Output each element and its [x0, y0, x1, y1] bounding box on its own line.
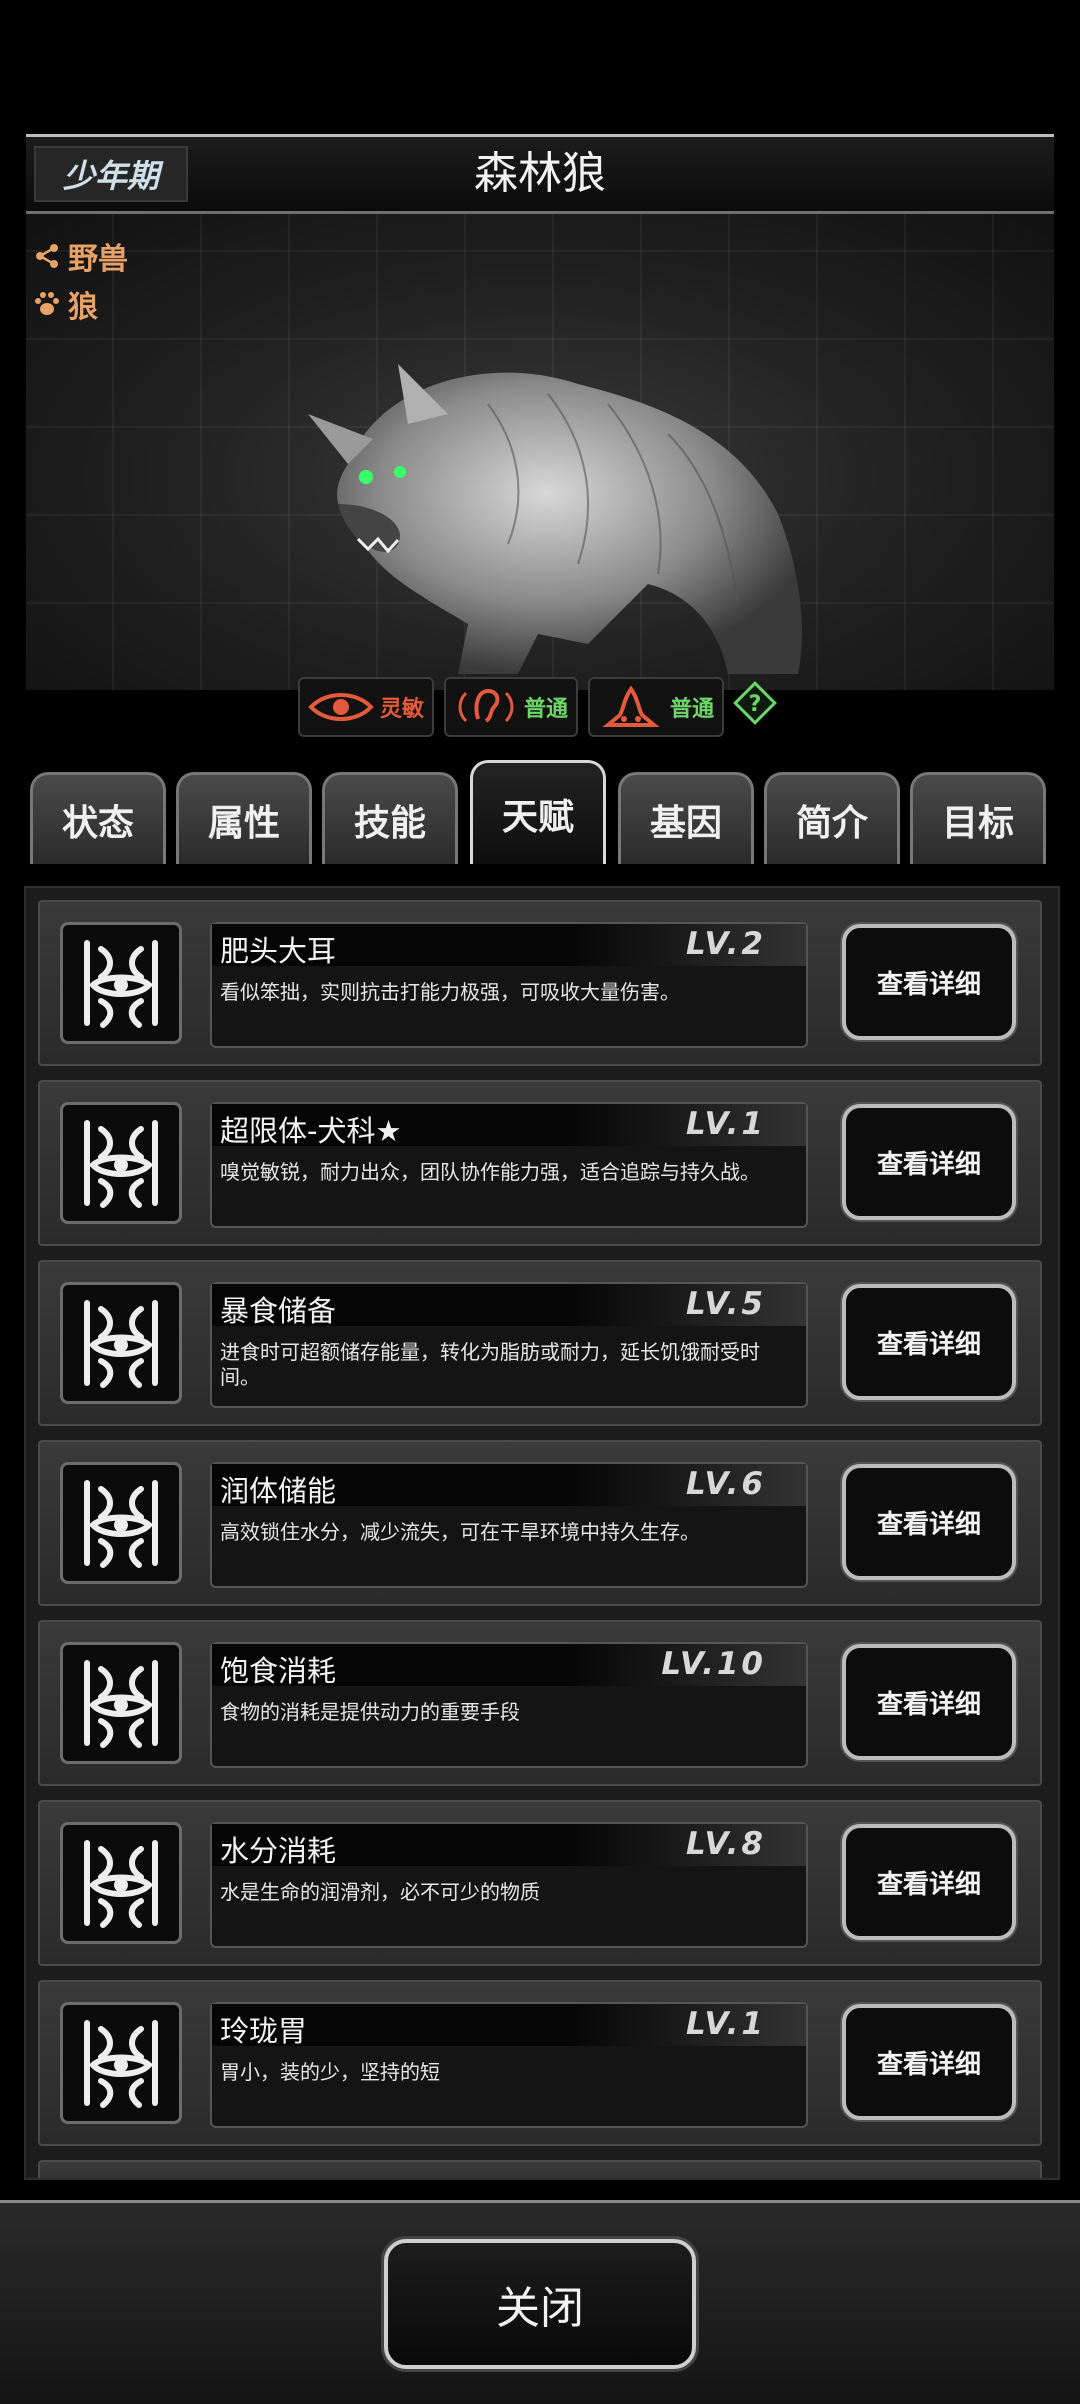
- talent-rune-icon: [84, 2020, 158, 2108]
- talent-rune-icon: [84, 1480, 158, 1568]
- eye-icon: [308, 693, 374, 721]
- talent-name: 水分消耗: [220, 1834, 337, 1868]
- talent-card: 水分消耗 LV.8 水是生命的润滑剂，必不可少的物质 查看详细: [38, 1800, 1042, 1966]
- talent-name: 玲珑胃: [220, 2014, 308, 2048]
- talent-list[interactable]: 肥头大耳 LV.2 看似笨拙，实则抗击打能力极强，可吸收大量伤害。 查看详细 超…: [24, 886, 1060, 2180]
- class-tag-label: 野兽: [68, 242, 128, 277]
- species-tag-label: 狼: [68, 290, 98, 325]
- talent-card: 暴食储备 LV.5 进食时可超额储存能量，转化为脂肪或耐力，延长饥饿耐受时间。 …: [38, 1260, 1042, 1426]
- talent-level: LV.10: [661, 1646, 766, 1682]
- tab-intro[interactable]: 简介: [764, 772, 900, 864]
- share-icon: [36, 244, 58, 268]
- talent-level: LV.8: [686, 1826, 766, 1862]
- talent-name: 肥头大耳: [220, 934, 337, 968]
- tab-talents[interactable]: 天赋: [470, 760, 606, 864]
- talent-description: 看似笨拙，实则抗击打能力极强，可吸收大量伤害。: [220, 980, 680, 1004]
- creature-name: 森林狼: [474, 148, 606, 199]
- talent-rune-icon: [84, 1660, 158, 1748]
- tab-status[interactable]: 状态: [30, 772, 166, 864]
- paw-icon: [35, 292, 59, 315]
- sense-smell[interactable]: 普通: [588, 677, 725, 737]
- talent-icon: [60, 922, 182, 1044]
- talent-info: 玲珑胃 LV.1 胃小，装的少，坚持的短: [210, 2002, 808, 2128]
- sense-smell-label: 普通: [670, 697, 715, 722]
- talent-description: 进食时可超额储存能量，转化为脂肪或耐力，延长饥饿耐受时间。: [220, 1340, 760, 1389]
- tab-attributes[interactable]: 属性: [176, 772, 312, 864]
- talent-icon: [60, 2002, 182, 2124]
- tab-bar: 状态 属性 技能 天赋 基因 简介 目标: [0, 760, 1080, 864]
- view-details-button[interactable]: 查看详细: [842, 1104, 1016, 1220]
- smell-icon: [602, 685, 660, 727]
- ear-icon: [458, 688, 514, 723]
- view-details-button[interactable]: 查看详细: [842, 1464, 1016, 1580]
- view-details-button[interactable]: 查看详细: [842, 1284, 1016, 1400]
- talent-info: 肥头大耳 LV.2 看似笨拙，实则抗击打能力极强，可吸收大量伤害。: [210, 922, 808, 1048]
- talent-level: LV.6: [686, 1466, 766, 1502]
- talent-description: 高效锁住水分，减少流失，可在干旱环境中持久生存。: [220, 1520, 700, 1544]
- talent-icon: [60, 1102, 182, 1224]
- view-details-button[interactable]: 查看详细: [842, 1644, 1016, 1760]
- talent-rune-icon: [84, 1300, 158, 1388]
- talent-rune-icon: [84, 1120, 158, 1208]
- talent-card: 饱食消耗 LV.10 食物的消耗是提供动力的重要手段 查看详细: [38, 1620, 1042, 1786]
- talent-level: LV.1: [686, 1106, 766, 1142]
- question-icon[interactable]: ?: [732, 680, 778, 726]
- talent-card: 超限体-犬科★ LV.1 嗅觉敏锐，耐力出众，团队协作能力强，适合追踪与持久战。…: [38, 1080, 1042, 1246]
- talent-card: 肥头大耳 LV.2 看似笨拙，实则抗击打能力极强，可吸收大量伤害。 查看详细: [38, 900, 1042, 1066]
- footer-bar: 关闭: [0, 2200, 1080, 2404]
- talent-info: 饱食消耗 LV.10 食物的消耗是提供动力的重要手段: [210, 1642, 808, 1768]
- talent-name: 饱食消耗: [220, 1654, 337, 1688]
- tab-genes[interactable]: 基因: [618, 772, 754, 864]
- talent-icon: [60, 1282, 182, 1404]
- view-details-button[interactable]: 查看详细: [842, 1824, 1016, 1940]
- class-tag: 野兽: [32, 234, 128, 278]
- talent-description: 嗅觉敏锐，耐力出众，团队协作能力强，适合追踪与持久战。: [220, 1160, 760, 1184]
- talent-card-partial: [38, 2160, 1042, 2178]
- talent-card: 润体储能 LV.6 高效锁住水分，减少流失，可在干旱环境中持久生存。 查看详细: [38, 1440, 1042, 1606]
- sense-hearing[interactable]: 普通: [444, 677, 579, 737]
- talent-info: 暴食储备 LV.5 进食时可超额储存能量，转化为脂肪或耐力，延长饥饿耐受时间。: [210, 1282, 808, 1408]
- talent-info: 水分消耗 LV.8 水是生命的润滑剂，必不可少的物质: [210, 1822, 808, 1948]
- talent-rune-icon: [84, 940, 158, 1028]
- talent-description: 水是生命的润滑剂，必不可少的物质: [220, 1880, 540, 1904]
- svg-text:?: ?: [749, 692, 762, 717]
- view-details-button[interactable]: 查看详细: [842, 2004, 1016, 2120]
- wolf-illustration: [308, 364, 802, 674]
- sense-hearing-label: 普通: [524, 697, 569, 722]
- talent-info: 润体储能 LV.6 高效锁住水分，减少流失，可在干旱环境中持久生存。: [210, 1462, 808, 1588]
- talent-level: LV.5: [686, 1286, 766, 1322]
- talent-name: 润体储能: [220, 1474, 337, 1508]
- talent-card: 玲珑胃 LV.1 胃小，装的少，坚持的短 查看详细: [38, 1980, 1042, 2146]
- talent-level: LV.2: [686, 926, 766, 962]
- creature-portrait-panel: 野兽 狼: [26, 214, 1054, 690]
- view-details-button[interactable]: 查看详细: [842, 924, 1016, 1040]
- header-bar: 少年期 森林狼: [26, 134, 1054, 214]
- tab-skills[interactable]: 技能: [322, 772, 458, 864]
- tab-goals[interactable]: 目标: [910, 772, 1046, 864]
- talent-name: 暴食储备: [220, 1294, 337, 1328]
- talent-rune-icon: [84, 1840, 158, 1928]
- talent-level: LV.1: [686, 2006, 766, 2042]
- talent-name: 超限体-犬科★: [220, 1114, 402, 1148]
- talent-icon: [60, 1642, 182, 1764]
- species-tag: 狼: [32, 282, 98, 326]
- talent-info: 超限体-犬科★ LV.1 嗅觉敏锐，耐力出众，团队协作能力强，适合追踪与持久战。: [210, 1102, 808, 1228]
- talent-description: 食物的消耗是提供动力的重要手段: [220, 1700, 520, 1724]
- talent-icon: [60, 1462, 182, 1584]
- close-button[interactable]: 关闭: [384, 2239, 696, 2369]
- sense-sight-label: 灵敏: [380, 697, 425, 722]
- talent-description: 胃小，装的少，坚持的短: [220, 2060, 440, 2084]
- talent-icon: [60, 1822, 182, 1944]
- sense-sight[interactable]: 灵敏: [298, 677, 435, 737]
